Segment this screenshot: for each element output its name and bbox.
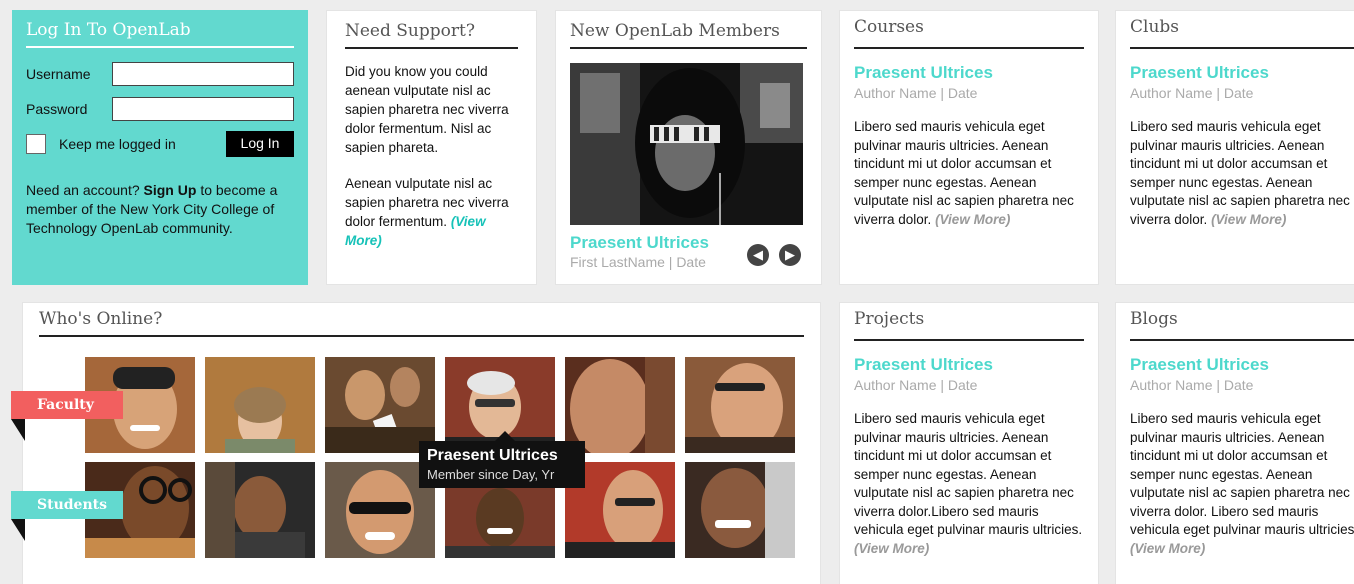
courses-body-text: Libero sed mauris vehicula eget pulvinar… [854,119,1074,227]
projects-panel: Projects Praesent Ultrices Author Name |… [839,302,1099,584]
clubs-panel: Clubs Praesent Ultrices Author Name | Da… [1115,10,1354,285]
faculty-tag: Faculty [11,391,123,441]
password-field[interactable] [112,97,294,121]
keep-logged-in-label: Keep me logged in [59,136,176,152]
projects-body-text: Libero sed mauris vehicula eget pulvinar… [854,411,1083,537]
courses-item-meta: Author Name | Date [854,85,978,101]
support-paragraph-1: Did you know you could aenean vulputate … [345,64,509,155]
faculty-avatar[interactable] [565,357,675,453]
member-photo[interactable] [570,63,803,225]
username-label: Username [26,66,91,82]
students-label: Students [37,497,107,513]
faculty-avatar[interactable] [205,357,315,453]
clubs-item-meta: Author Name | Date [1130,85,1254,101]
blogs-item-body: Libero sed mauris vehicula eget pulvinar… [1130,410,1354,558]
username-field[interactable] [112,62,294,86]
login-button[interactable]: Log In [226,131,294,157]
support-title: Need Support? [345,21,518,49]
clubs-item-title[interactable]: Praesent Ultrices [1130,63,1354,83]
students-tag: Students [11,491,123,541]
signup-text: Need an account? Sign Up to become a mem… [26,181,294,238]
student-avatar[interactable] [685,462,795,558]
projects-item-title[interactable]: Praesent Ultrices [854,355,1084,375]
blogs-view-more-link[interactable]: (View More) [1130,541,1205,556]
projects-title: Projects [854,309,1084,341]
members-panel: New OpenLab Members Praesent Ultrices Fi… [555,10,822,285]
keep-logged-in-checkbox[interactable] [26,134,46,154]
chevron-left-icon[interactable]: ◀ [747,244,769,266]
projects-view-more-link[interactable]: (View More) [854,541,929,556]
student-avatar[interactable] [205,462,315,558]
clubs-title: Clubs [1130,17,1354,49]
members-title: New OpenLab Members [570,21,807,49]
students-tag-fold [11,519,25,541]
signup-link[interactable]: Sign Up [144,182,197,198]
support-paragraph-2: Aenean vulputate nisl ac sapien pharetra… [345,174,518,250]
login-panel: Log In To OpenLab Username Password Keep… [12,10,308,285]
clubs-view-more-link[interactable]: (View More) [1211,212,1286,227]
faculty-tag-fold [11,419,25,441]
support-panel: Need Support? Did you know you could aen… [326,10,537,285]
courses-item-title[interactable]: Praesent Ultrices [854,63,1084,83]
blogs-item-meta: Author Name | Date [1130,377,1254,393]
courses-title: Courses [854,17,1084,49]
member-tooltip: Praesent Ultrices Member since Day, Yr [419,431,585,488]
signup-prefix: Need an account? [26,182,140,198]
projects-item-meta: Author Name | Date [854,377,978,393]
faculty-avatar[interactable] [685,357,795,453]
whos-online-panel: Who's Online? Faculty Students Praesent … [11,302,821,584]
chevron-right-icon[interactable]: ▶ [779,244,801,266]
clubs-body-text: Libero sed mauris vehicula eget pulvinar… [1130,119,1350,227]
blogs-title: Blogs [1130,309,1354,341]
blogs-item-title[interactable]: Praesent Ultrices [1130,355,1354,375]
clubs-item-body: Libero sed mauris vehicula eget pulvinar… [1130,118,1354,229]
blogs-body-text: Libero sed mauris vehicula eget pulvinar… [1130,411,1354,537]
faculty-avatar[interactable] [325,357,435,453]
blogs-panel: Blogs Praesent Ultrices Author Name | Da… [1115,302,1354,584]
tooltip-subtitle: Member since Day, Yr [427,467,555,482]
projects-item-body: Libero sed mauris vehicula eget pulvinar… [854,410,1084,558]
courses-item-body: Libero sed mauris vehicula eget pulvinar… [854,118,1084,229]
tooltip-name: Praesent Ultrices [427,447,558,464]
faculty-label: Faculty [37,397,94,413]
password-label: Password [26,101,88,117]
login-title: Log In To OpenLab [26,20,294,48]
whos-online-title: Who's Online? [39,309,804,337]
courses-panel: Courses Praesent Ultrices Author Name | … [839,10,1099,285]
courses-view-more-link[interactable]: (View More) [935,212,1010,227]
